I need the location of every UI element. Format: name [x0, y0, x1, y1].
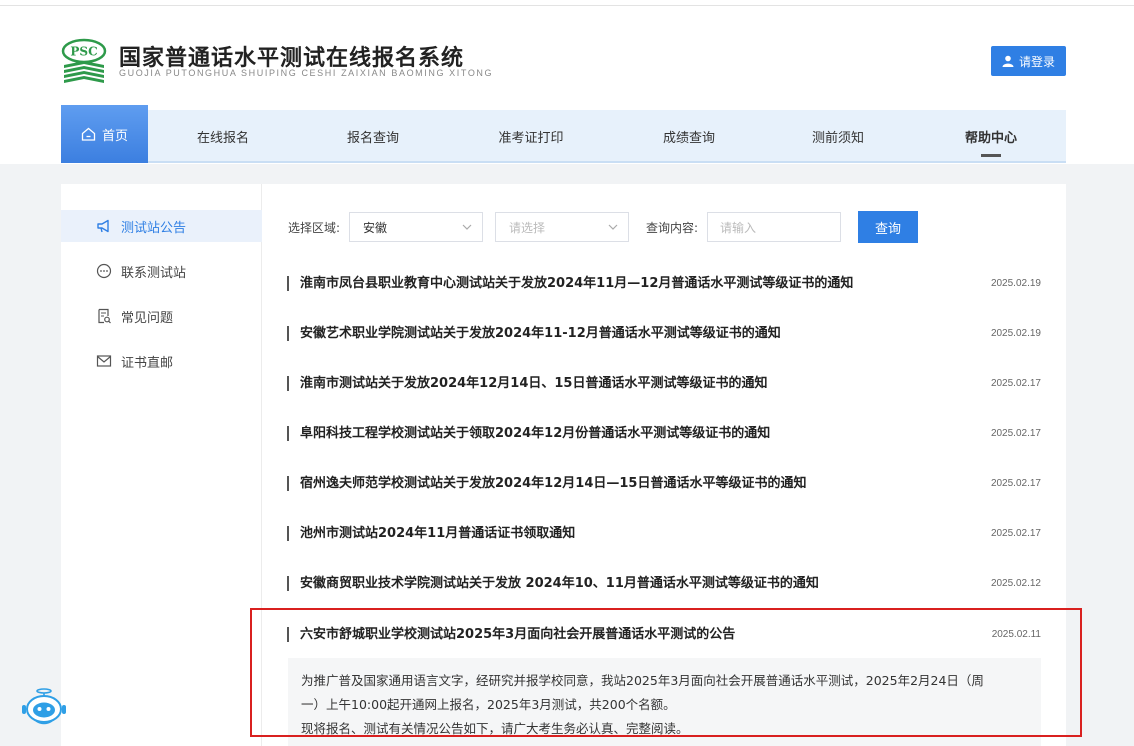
nav-label: 首页 [101, 128, 128, 144]
list-item[interactable]: 淮南市测试站关于发放2024年12月14日、15日普通话水平测试等级证书的通知 … [287, 373, 1042, 395]
bullet-bar [287, 276, 289, 291]
list-item[interactable]: 安徽艺术职业学院测试站关于发放2024年11-12月普通话水平测试等级证书的通知… [287, 323, 1042, 345]
bullet-bar [287, 476, 289, 491]
sidebar-item-contact[interactable]: 联系测试站 [61, 255, 262, 287]
region-label: 选择区域: [288, 221, 341, 235]
mail-icon [96, 355, 112, 367]
nav-item-register-query[interactable]: 报名查询 [323, 110, 423, 163]
notice-title[interactable]: 六安市舒城职业学校测试站2025年3月面向社会开展普通话水平测试的公告 [300, 624, 735, 646]
notice-detail: 为推广普及国家通用语言文字，经研究并报学校同意，我站2025年3月面向社会开展普… [288, 658, 1041, 746]
detail-line: 为推广普及国家通用语言文字，经研究并报学校同意，我站2025年3月面向社会开展普… [301, 673, 984, 688]
main-nav: 首页 在线报名 报名查询 准考证打印 成绩查询 测前须知 帮助中心 [61, 105, 1066, 163]
notice-date: 2025.02.17 [990, 378, 1041, 389]
notice-title[interactable]: 阜阳科技工程学校测试站关于领取2024年12月份普通话水平测试等级证书的通知 [300, 423, 770, 445]
detail-line: 一）上午10:00起开通网上报名，2025年3月测试，共200个名额。 [301, 697, 676, 712]
notice-date: 2025.02.11 [991, 629, 1041, 640]
nav-item-score-query[interactable]: 成绩查询 [639, 110, 739, 163]
bullet-bar [287, 376, 289, 391]
chatbot-robot-icon[interactable] [20, 688, 68, 726]
nav-item-pretest-notes[interactable]: 测前须知 [788, 110, 888, 163]
login-label: 请登录 [1018, 54, 1055, 69]
province-value: 安徽 [363, 220, 388, 235]
sidebar-item-faq[interactable]: 常见问题 [61, 300, 262, 332]
city-placeholder: 请选择 [509, 220, 546, 235]
nav-item-online-register[interactable]: 在线报名 [173, 110, 273, 163]
user-icon [1002, 55, 1014, 67]
sidebar-item-label: 测试站公告 [121, 220, 187, 236]
notice-title[interactable]: 池州市测试站2024年11月普通话证书领取通知 [300, 523, 575, 545]
content-search-input[interactable]: 请输入 [707, 212, 841, 242]
psc-logo: PSC [61, 38, 107, 83]
sidebar-item-cert-mail[interactable]: 证书直邮 [61, 345, 262, 377]
bullet-bar [287, 426, 289, 441]
nav-item-help-center[interactable]: 帮助中心 [941, 110, 1041, 163]
sidebar-item-label: 证书直邮 [121, 355, 174, 371]
document-search-icon [98, 308, 111, 324]
bullet-bar [287, 526, 289, 541]
list-item[interactable]: 淮南市凤台县职业教育中心测试站关于发放2024年11月—12月普通话水平测试等级… [287, 273, 1042, 295]
sidebar-item-notices[interactable]: 测试站公告 [61, 210, 262, 242]
content-label: 查询内容: [646, 221, 699, 235]
notice-title[interactable]: 淮南市凤台县职业教育中心测试站关于发放2024年11月—12月普通话水平测试等级… [300, 273, 853, 295]
sidebar: 测试站公告 联系测试站 常见问题 证书直邮 [61, 184, 262, 746]
city-select[interactable]: 请选择 [495, 212, 629, 242]
notice-date: 2025.02.17 [990, 528, 1041, 539]
detail-line: 现将报名、测试有关情况公告如下，请广大考生务必认真、完整阅读。 [301, 721, 689, 736]
list-item-expanded[interactable]: 六安市舒城职业学校测试站2025年3月面向社会开展普通话水平测试的公告 2025… [287, 624, 1042, 646]
list-item[interactable]: 阜阳科技工程学校测试站关于领取2024年12月份普通话水平测试等级证书的通知 2… [287, 423, 1042, 445]
notice-title[interactable]: 安徽艺术职业学院测试站关于发放2024年11-12月普通话水平测试等级证书的通知 [300, 323, 781, 345]
site-subtitle: GUOJIA PUTONGHUA SHUIPING CESHI ZAIXIAN … [119, 68, 494, 78]
logo-text: PSC [70, 45, 97, 59]
province-select[interactable]: 安徽 [349, 212, 483, 242]
notice-title[interactable]: 安徽商贸职业技术学院测试站关于发放 2024年10、11月普通话水平测试等级证书… [300, 573, 819, 595]
chevron-down-icon [462, 224, 472, 230]
notice-date: 2025.02.17 [990, 428, 1041, 439]
bullet-bar [287, 627, 289, 642]
notice-date: 2025.02.19 [990, 278, 1041, 289]
nav-item-home[interactable]: 首页 [61, 105, 148, 163]
notice-date: 2025.02.19 [990, 328, 1041, 339]
megaphone-icon [97, 219, 109, 233]
notice-date: 2025.02.17 [990, 478, 1041, 489]
notice-title[interactable]: 淮南市测试站关于发放2024年12月14日、15日普通话水平测试等级证书的通知 [300, 373, 767, 395]
home-icon [81, 127, 96, 141]
sidebar-item-label: 联系测试站 [121, 265, 187, 281]
login-button[interactable]: 请登录 [991, 46, 1066, 76]
list-item[interactable]: 宿州逸夫师范学校测试站关于发放2024年12月14日—15日普通话水平等级证书的… [287, 473, 1042, 495]
bullet-bar [287, 576, 289, 591]
nav-item-admission-print[interactable]: 准考证打印 [481, 110, 581, 163]
notice-date: 2025.02.12 [990, 578, 1041, 589]
sidebar-item-label: 常见问题 [121, 310, 174, 326]
list-item[interactable]: 安徽商贸职业技术学院测试站关于发放 2024年10、11月普通话水平测试等级证书… [287, 573, 1042, 595]
notice-title[interactable]: 宿州逸夫师范学校测试站关于发放2024年12月14日—15日普通话水平等级证书的… [300, 473, 806, 495]
chat-bubble-icon [96, 263, 112, 279]
query-button[interactable]: 查询 [858, 211, 918, 243]
chevron-down-icon [608, 224, 618, 230]
list-item[interactable]: 池州市测试站2024年11月普通话证书领取通知 2025.02.17 [287, 523, 1042, 545]
bullet-bar [287, 326, 289, 341]
